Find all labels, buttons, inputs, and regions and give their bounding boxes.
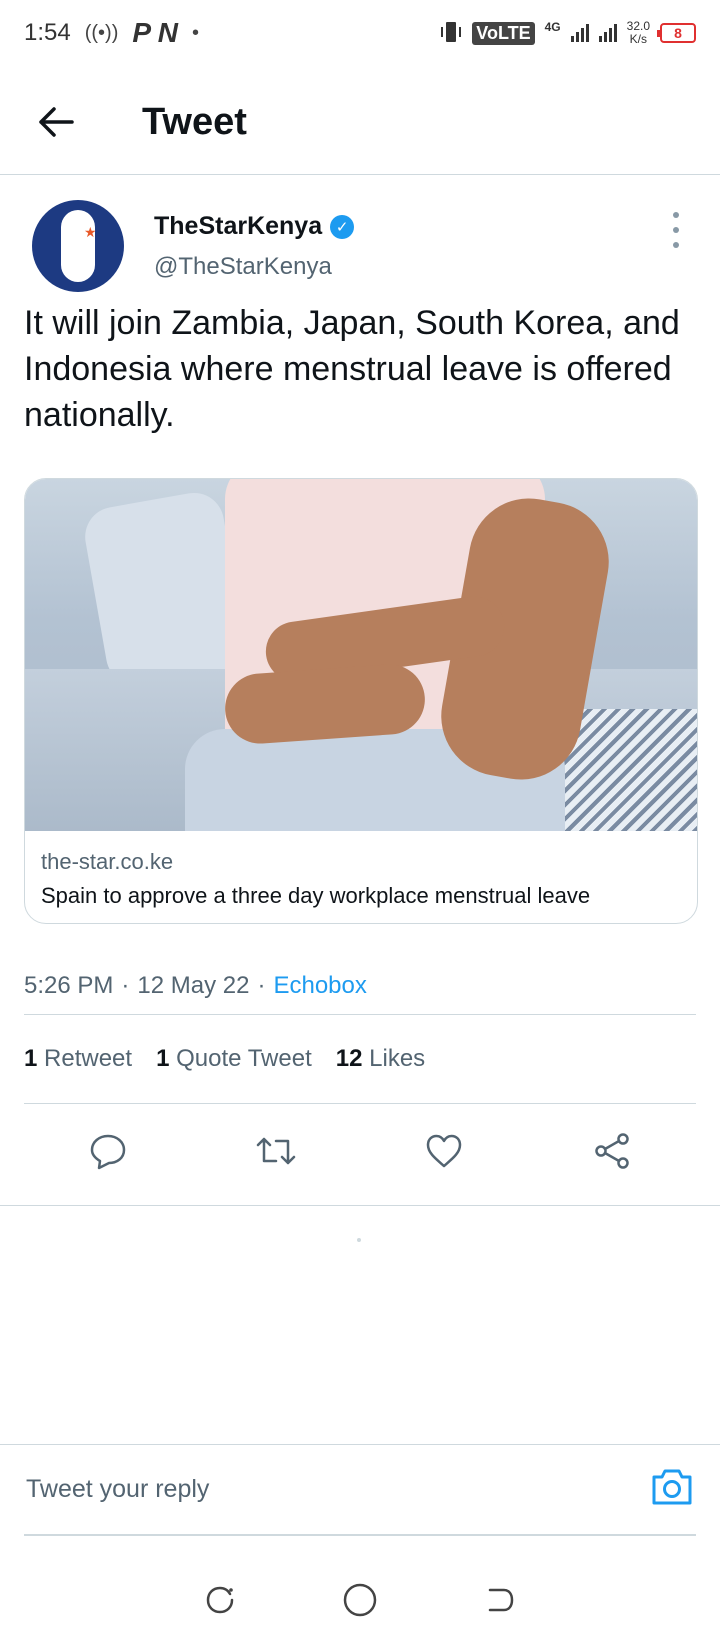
- reply-bar: [0, 1444, 720, 1534]
- tweet-date: 12 May 22: [137, 972, 250, 999]
- star-icon: ★: [84, 224, 97, 240]
- more-dot-icon: [673, 227, 679, 233]
- retweets-count: 1: [24, 1045, 38, 1072]
- retweets-stat[interactable]: 1 Retweet: [24, 1045, 132, 1073]
- volte-badge: VoLTE: [472, 21, 535, 45]
- back-nav-icon: [488, 1588, 514, 1612]
- recent-apps-icon: [206, 1586, 234, 1614]
- speed-unit: K/s: [629, 32, 647, 46]
- battery-icon: 8: [657, 23, 696, 43]
- signal-icon-2: [598, 24, 617, 42]
- reply-icon: [90, 1134, 126, 1170]
- separator: ·: [121, 972, 130, 999]
- tweet-author: ★ TheStarKenya ✓ @TheStarKenya: [24, 200, 696, 300]
- avatar[interactable]: ★: [32, 200, 124, 292]
- quotes-stat[interactable]: 1 Quote Tweet: [156, 1045, 312, 1073]
- home-circle-icon: [343, 1583, 377, 1617]
- reply-button[interactable]: [84, 1127, 132, 1175]
- more-dot-icon: [673, 212, 679, 218]
- retweet-icon: [256, 1137, 296, 1165]
- tweet: ★ TheStarKenya ✓ @TheStarKenya It will j…: [24, 200, 698, 1198]
- back-nav-button[interactable]: [480, 1580, 520, 1620]
- image-hand: [222, 662, 428, 746]
- quotes-count: 1: [156, 1045, 170, 1072]
- separator: ·: [257, 972, 266, 999]
- link-card[interactable]: the-star.co.ke Spain to approve a three …: [24, 478, 698, 924]
- tweet-source-link[interactable]: Echobox: [273, 972, 366, 1000]
- quotes-label: Quote Tweet: [176, 1045, 312, 1072]
- status-right: VoLTE 4G 32.0 K/s 8: [440, 20, 696, 47]
- tweet-text: It will join Zambia, Japan, South Korea,…: [24, 304, 680, 434]
- share-button[interactable]: [588, 1127, 636, 1175]
- network-speed: 32.0 K/s: [627, 20, 650, 46]
- recent-apps-button[interactable]: [200, 1580, 240, 1620]
- card-title: Spain to approve a three day workplace m…: [41, 883, 591, 908]
- likes-stat[interactable]: 12 Likes: [336, 1045, 425, 1073]
- page-title: Tweet: [142, 100, 247, 143]
- camera-icon: [652, 1469, 692, 1505]
- heart-icon: [426, 1134, 462, 1168]
- signal-icon: [570, 24, 589, 42]
- notification-app-icons: P N: [132, 17, 179, 48]
- avatar-logo-shape: [61, 210, 95, 282]
- status-dot: •: [192, 21, 200, 44]
- tweet-actions: [24, 1104, 696, 1198]
- app-header: Tweet: [0, 70, 720, 175]
- reply-input[interactable]: [24, 1445, 628, 1533]
- tweet-timestamp: 5:26 PM · 12 May 22 · Echobox: [24, 950, 696, 1000]
- network-generation: 4G: [544, 20, 561, 34]
- system-nav-bar: [0, 1560, 720, 1640]
- home-button[interactable]: [340, 1580, 380, 1620]
- likes-label: Likes: [369, 1045, 426, 1072]
- author-handle[interactable]: @TheStarKenya: [154, 253, 354, 281]
- likes-count: 12: [335, 1045, 363, 1072]
- section-divider: [0, 1205, 720, 1206]
- tweet-time: 5:26 PM: [24, 972, 114, 999]
- retweet-button[interactable]: [252, 1127, 300, 1175]
- card-image: [25, 479, 697, 831]
- arrow-left-icon: [39, 107, 74, 137]
- card-domain: the-star.co.ke: [41, 849, 174, 874]
- like-button[interactable]: [420, 1127, 468, 1175]
- author-name[interactable]: TheStarKenya: [154, 212, 322, 241]
- back-button[interactable]: [26, 92, 86, 152]
- camera-button[interactable]: [650, 1467, 694, 1507]
- vibrate-icon: [440, 20, 462, 47]
- reply-underline: [24, 1534, 696, 1536]
- author-info: TheStarKenya ✓ @TheStarKenya: [154, 212, 355, 281]
- retweets-label: Retweet: [44, 1045, 133, 1072]
- card-meta: the-star.co.ke Spain to approve a three …: [25, 831, 697, 923]
- tweet-stats: 1 Retweet 1 Quote Tweet 12 Likes: [24, 1015, 696, 1103]
- status-bar: 1:54 ((•)) P N • VoLTE 4G 32.0 K/s 8: [0, 0, 720, 66]
- status-left: 1:54 ((•)) P N •: [24, 17, 199, 49]
- hotspot-icon: ((•)): [84, 21, 119, 44]
- status-time: 1:54: [24, 19, 71, 46]
- loading-indicator: [357, 1238, 361, 1242]
- more-options-button[interactable]: [666, 210, 686, 250]
- share-icon: [595, 1133, 629, 1169]
- author-name-row[interactable]: TheStarKenya ✓: [154, 212, 355, 241]
- more-dot-icon: [673, 242, 679, 248]
- verified-badge-icon: ✓: [330, 214, 355, 239]
